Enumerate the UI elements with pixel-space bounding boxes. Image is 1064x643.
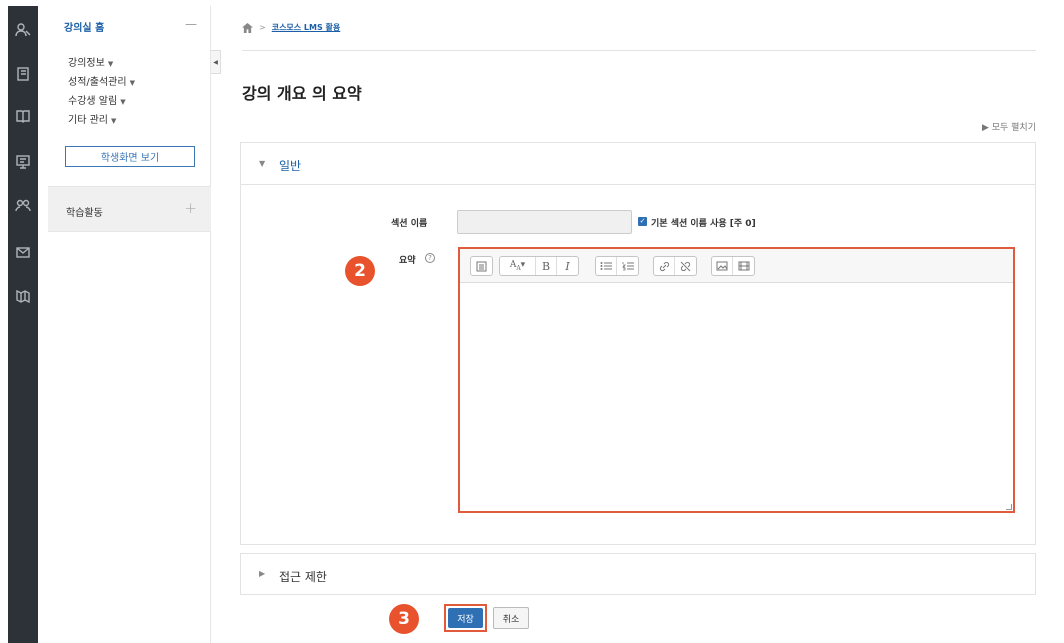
editor-toolbar: AA▾ B I xyxy=(460,249,1013,283)
nav-item-grades-attendance[interactable]: 성적/출석관리 ▼ xyxy=(68,73,135,88)
icon-rail xyxy=(8,6,38,643)
course-home-header[interactable]: 강의실 홈 — xyxy=(48,6,211,46)
add-icon[interactable]: + xyxy=(184,199,197,217)
ordered-list-icon[interactable] xyxy=(617,257,638,275)
toolbar-group-format: AA▾ B I xyxy=(499,256,579,276)
users-icon[interactable] xyxy=(13,196,33,216)
media-icon[interactable] xyxy=(733,257,754,275)
divider xyxy=(242,50,1036,51)
step-3-badge: 3 xyxy=(389,604,419,634)
italic-icon[interactable]: I xyxy=(557,257,578,275)
summary-text-area[interactable] xyxy=(460,283,1013,511)
course-home-link[interactable]: 강의실 홈 xyxy=(64,19,104,34)
resize-handle[interactable] xyxy=(1006,504,1012,510)
section-name-input[interactable] xyxy=(457,210,632,234)
learning-activity-header[interactable]: 학습활동 + xyxy=(48,186,211,232)
caret-down-icon: ▼ xyxy=(120,98,126,106)
book-icon[interactable] xyxy=(13,106,33,126)
student-view-button[interactable]: 학생화면 보기 xyxy=(65,146,195,167)
caret-down-icon: ▼ xyxy=(110,117,117,125)
summary-label: 요약 xyxy=(399,256,416,266)
access-restrictions-legend[interactable]: 접근 제한 xyxy=(279,568,327,585)
nav-item-student-notice[interactable]: 수강생 알림 ▼ xyxy=(68,92,126,107)
link-icon[interactable] xyxy=(654,257,675,275)
caret-right-icon: ▶ xyxy=(259,569,266,578)
help-icon[interactable]: ? xyxy=(425,253,435,263)
general-fieldset-header[interactable]: ▼ 일반 xyxy=(241,143,1035,185)
bold-icon[interactable]: B xyxy=(536,257,557,275)
mail-icon[interactable] xyxy=(13,242,33,262)
expand-all-link[interactable]: ▶ 모두 펼치기 xyxy=(982,120,1036,133)
caret-down-icon: ▼ xyxy=(129,79,135,87)
nav-item-course-info[interactable]: 강의정보 ▼ xyxy=(68,54,113,69)
default-name-checkbox[interactable]: ✓ xyxy=(638,217,647,226)
font-style-icon[interactable]: AA▾ xyxy=(500,257,536,275)
toolbar-group-toggle xyxy=(470,256,493,276)
toolbar-group-links xyxy=(653,256,697,276)
cancel-button[interactable]: 취소 xyxy=(493,607,529,629)
toolbar-group-media xyxy=(711,256,755,276)
notebook-icon[interactable] xyxy=(13,64,33,84)
panel-collapse-toggle[interactable]: ◀ xyxy=(211,50,221,74)
caret-down-icon: ▼ xyxy=(259,159,266,168)
toggle-toolbar-icon[interactable] xyxy=(471,257,492,275)
breadcrumb-separator: > xyxy=(259,23,266,32)
toolbar-group-lists xyxy=(595,256,639,276)
map-icon[interactable] xyxy=(13,286,33,306)
caret-down-icon: ▼ xyxy=(107,60,114,68)
default-name-checkbox-label[interactable]: 기본 섹션 이름 사용 [주 0] xyxy=(651,216,756,229)
general-legend[interactable]: 일반 xyxy=(279,157,301,174)
image-icon[interactable] xyxy=(712,257,733,275)
breadcrumb-course-link[interactable]: 코스모스 LMS 활용 xyxy=(272,22,341,33)
unlink-icon[interactable] xyxy=(675,257,696,275)
save-button[interactable]: 저장 xyxy=(448,608,483,628)
general-fieldset: ▼ 일반 섹션 이름 ✓ 기본 섹션 이름 사용 [주 0] 요약 ? AA▾ … xyxy=(240,142,1036,545)
section-name-label: 섹션 이름 xyxy=(391,219,428,229)
unordered-list-icon[interactable] xyxy=(596,257,617,275)
presentation-icon[interactable] xyxy=(13,152,33,172)
page-title: 강의 개요 의 요약 xyxy=(242,84,362,103)
access-restrictions-fieldset[interactable]: ▶ 접근 제한 xyxy=(240,553,1036,595)
user-icon[interactable] xyxy=(13,20,33,40)
learning-activity-label: 학습활동 xyxy=(66,208,103,219)
breadcrumb: > 코스모스 LMS 활용 xyxy=(242,22,340,33)
collapse-icon[interactable]: — xyxy=(185,17,197,31)
home-icon[interactable] xyxy=(242,22,253,33)
course-nav-panel: 강의실 홈 — 강의정보 ▼ 성적/출석관리 ▼ 수강생 알림 ▼ 기타 관리 ▼ 학생… xyxy=(48,6,211,643)
save-button-highlight: 저장 xyxy=(444,604,487,632)
summary-editor[interactable]: AA▾ B I xyxy=(458,247,1015,513)
nav-item-other-management[interactable]: 기타 관리 ▼ xyxy=(68,111,116,126)
step-2-badge: 2 xyxy=(345,256,375,286)
